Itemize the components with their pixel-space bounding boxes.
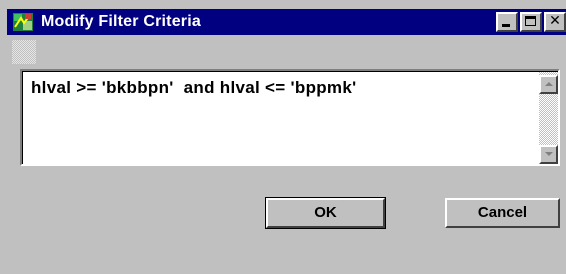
maximize-button[interactable] [520, 12, 542, 32]
scroll-up-button[interactable] [539, 75, 558, 94]
minimize-icon [502, 24, 510, 27]
cancel-button[interactable]: Cancel [445, 198, 560, 228]
ok-button[interactable]: OK [265, 197, 386, 229]
close-icon: ✕ [549, 13, 561, 29]
arrow-up-icon [545, 82, 553, 86]
title-bar[interactable]: Modify Filter Criteria ✕ [7, 9, 566, 35]
criteria-text[interactable]: hlval >= 'bkbbpn' and hlval <= 'bppmk' [31, 78, 356, 98]
filter-app-icon[interactable] [12, 12, 34, 32]
close-button[interactable]: ✕ [544, 12, 566, 32]
vertical-scrollbar[interactable] [539, 72, 558, 164]
window-title: Modify Filter Criteria [41, 13, 201, 30]
modify-filter-dialog: Modify Filter Criteria ✕ hlval >= 'bkbbp… [0, 0, 566, 274]
arrow-down-icon [545, 152, 553, 156]
maximize-icon [525, 16, 536, 26]
minimize-button[interactable] [496, 12, 518, 32]
criteria-textarea[interactable]: hlval >= 'bkbbpn' and hlval <= 'bppmk' [20, 69, 560, 166]
scroll-down-button[interactable] [539, 145, 558, 164]
dialog-gripper [12, 40, 36, 64]
